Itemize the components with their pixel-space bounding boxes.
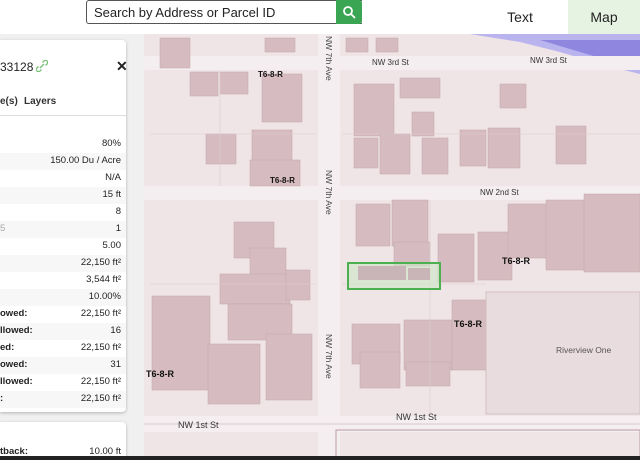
parcel-panel: 33128 ✕ e(s) Layers 80% 150.00 Du / Acre… xyxy=(0,34,144,460)
selected-parcel-building xyxy=(358,266,406,280)
table-row: 22,150 ft² xyxy=(0,255,126,272)
selected-parcel-building-2 xyxy=(408,268,430,280)
street-label-nw-7th-south: NW 7th Ave xyxy=(324,334,334,379)
table-row: 3,544 ft² xyxy=(86,274,121,285)
tab-zone[interactable]: e(s) xyxy=(0,96,18,107)
table-row: 8 xyxy=(115,206,121,217)
search-button[interactable] xyxy=(336,0,362,24)
panel-tabs: e(s) Layers xyxy=(0,96,126,116)
parcel-info-card: 33128 ✕ e(s) Layers 80% 150.00 Du / Acre… xyxy=(0,40,128,412)
search-input[interactable] xyxy=(87,1,337,23)
zone-label: T6-8-R xyxy=(454,319,483,329)
street-label-nw-1st: NW 1st St xyxy=(178,420,219,430)
table-row: 10.00% xyxy=(0,289,126,306)
setback-card: tback: 10.00 ft xyxy=(0,422,126,460)
link-icon[interactable] xyxy=(36,60,48,72)
bottom-edge xyxy=(0,456,640,460)
table-row: 5.00 xyxy=(102,240,122,251)
street-label-nw-1st-east: NW 1st St xyxy=(396,412,437,422)
street-label-nw-3rd: NW 3rd St xyxy=(372,58,409,67)
table-row: 150.00 Du / Acre xyxy=(0,153,126,170)
table-row: :22,150 ft² xyxy=(0,391,126,408)
close-icon[interactable]: ✕ xyxy=(116,59,128,73)
street-label-nw-2nd: NW 2nd St xyxy=(480,188,519,197)
zone-label: T6-8-R xyxy=(502,256,531,266)
table-row: 80% xyxy=(101,138,121,149)
table-row: 51 xyxy=(0,221,126,238)
panel-title: 33128 xyxy=(0,60,34,74)
street-label-nw-7th-north: NW 7th Ave xyxy=(324,36,334,81)
table-row: 15 ft xyxy=(0,187,126,204)
zone-label: T6-8-R xyxy=(146,369,175,379)
table-row: owed: 22,150 ft² xyxy=(0,308,121,319)
tab-map[interactable]: Map xyxy=(568,0,640,34)
table-row: llowed: 22,150 ft² xyxy=(0,376,121,387)
street-label-nw-7th-mid: NW 7th Ave xyxy=(324,170,334,215)
table-row: ed: 22,150 ft² xyxy=(0,342,121,353)
zone-label: T6-8-R xyxy=(270,176,295,185)
table-row: N/A xyxy=(105,172,121,183)
search-box xyxy=(86,0,362,24)
tab-text[interactable]: Text xyxy=(472,0,568,34)
tab-layers[interactable]: Layers xyxy=(24,96,56,107)
street-label-nw-3rd-east: NW 3rd St xyxy=(530,56,567,65)
top-bar: Text Map xyxy=(0,0,640,34)
poi-label-riverview-one: Riverview One xyxy=(556,345,612,355)
search-icon xyxy=(343,6,356,19)
table-row: llowed: 16 xyxy=(0,323,126,340)
zone-label: T6-8-R xyxy=(258,70,283,79)
road-nw-7th-ave xyxy=(318,34,340,460)
table-row: owed: 31 xyxy=(0,357,126,374)
